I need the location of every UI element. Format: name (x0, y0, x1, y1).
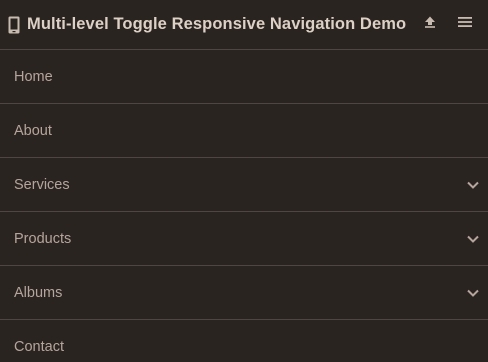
hamburger-menu-icon (458, 15, 472, 33)
menu-toggle-button[interactable] (455, 14, 475, 34)
nav-item-albums[interactable]: Albums (0, 266, 488, 320)
nav-item-home[interactable]: Home (0, 50, 488, 104)
nav-item-products[interactable]: Products (0, 212, 488, 266)
nav-item-contact[interactable]: Contact (0, 320, 488, 362)
upload-button[interactable] (421, 15, 439, 33)
main-navigation: Home About Services Products Albums Cont… (0, 50, 488, 362)
page-title: Multi-level Toggle Responsive Navigation… (27, 15, 407, 33)
nav-item-label: Home (14, 68, 53, 85)
chevron-down-icon[interactable] (466, 180, 480, 190)
app-window: Multi-level Toggle Responsive Navigation… (0, 0, 488, 362)
nav-item-label: Services (14, 176, 70, 193)
nav-item-services[interactable]: Services (0, 158, 488, 212)
upload-icon (424, 15, 436, 33)
nav-item-label: Albums (14, 284, 63, 301)
nav-item-label: About (14, 122, 52, 139)
nav-item-label: Products (14, 230, 72, 247)
mobile-phone-icon (8, 16, 20, 34)
header-bar: Multi-level Toggle Responsive Navigation… (0, 0, 488, 50)
nav-item-label: Contact (14, 338, 64, 355)
chevron-down-icon[interactable] (466, 288, 480, 298)
nav-item-about[interactable]: About (0, 104, 488, 158)
chevron-down-icon[interactable] (466, 234, 480, 244)
brand[interactable]: Multi-level Toggle Responsive Navigation… (8, 15, 406, 34)
